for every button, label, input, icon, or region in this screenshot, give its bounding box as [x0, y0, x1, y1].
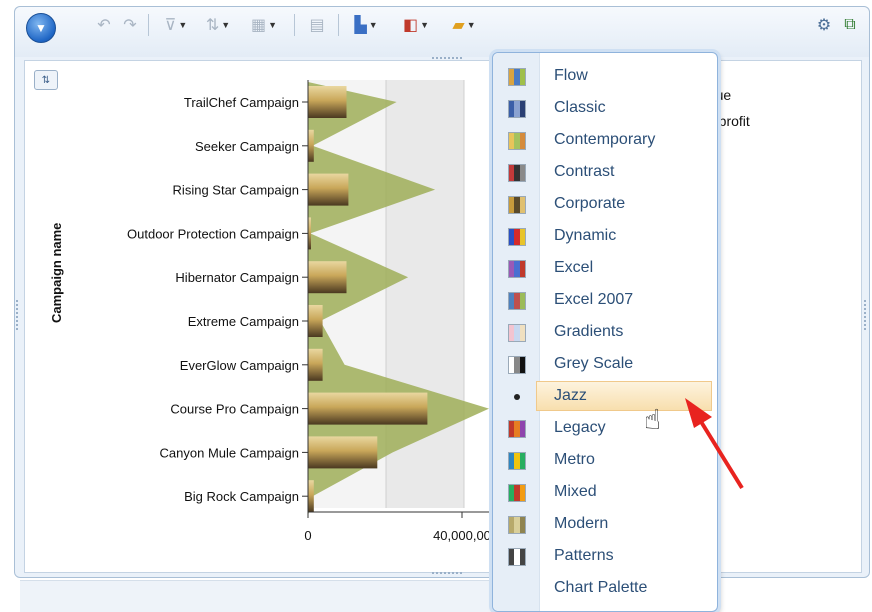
arrow-shaft [698, 418, 744, 490]
arrow-head [685, 398, 712, 428]
red-arrow-annotation [685, 398, 744, 490]
